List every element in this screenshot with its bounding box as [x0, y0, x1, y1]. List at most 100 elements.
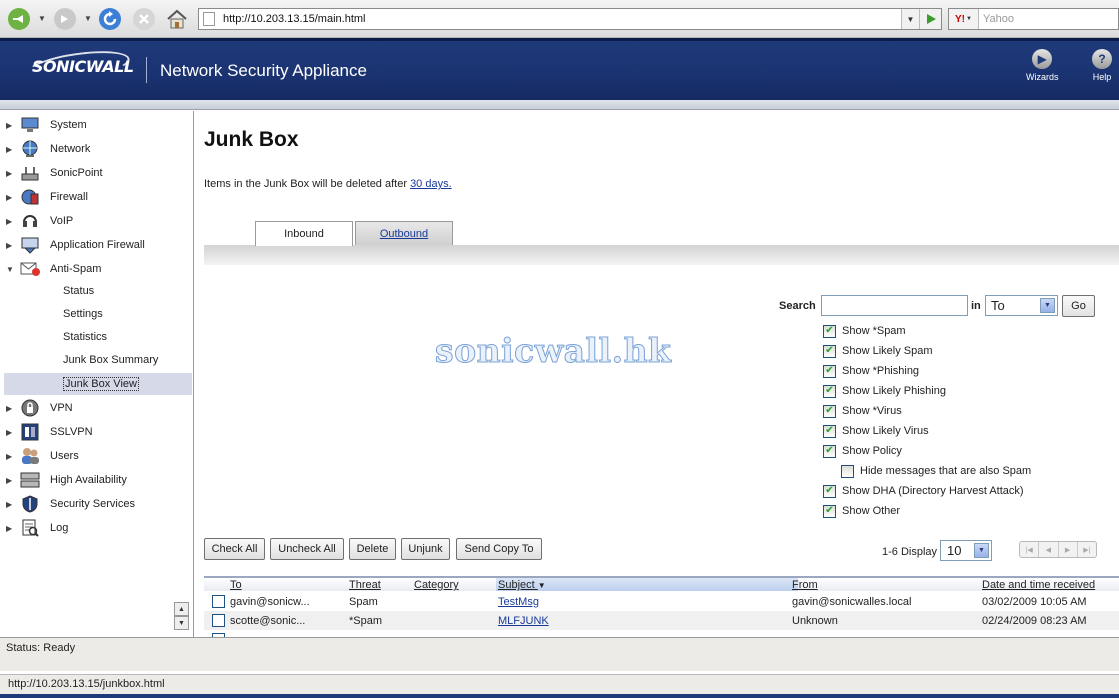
checkbox-checked-icon[interactable]: ✔: [823, 404, 836, 418]
chevron-down-icon[interactable]: ▼: [974, 543, 989, 558]
yahoo-search-icon[interactable]: Y! ▼: [949, 9, 979, 29]
expand-arrow-icon[interactable]: ▶: [0, 145, 14, 154]
delete-button[interactable]: Delete: [349, 538, 396, 560]
sidebar-item-application-firewall[interactable]: ▶ Application Firewall: [0, 234, 190, 256]
retention-days-link[interactable]: 30 days.: [410, 178, 452, 190]
prev-page-icon[interactable]: ◀: [1039, 542, 1059, 557]
refresh-button[interactable]: [97, 6, 123, 32]
back-history-dropdown[interactable]: ▼: [38, 14, 46, 23]
sidebar-subitem-junk-box-view[interactable]: Junk Box View: [4, 373, 192, 395]
tab-inbound[interactable]: Inbound: [255, 221, 353, 246]
column-header-to[interactable]: To: [230, 579, 242, 591]
sidebar-subitem-statistics[interactable]: Statistics: [63, 327, 107, 347]
checkbox-checked-icon[interactable]: ✔: [823, 364, 836, 378]
filter-show-virus[interactable]: ✔ Show *Virus: [823, 402, 902, 420]
sidebar-scroll-down-icon[interactable]: ▼: [174, 616, 189, 630]
uncheck-all-button[interactable]: Uncheck All: [270, 538, 344, 560]
column-header-date[interactable]: Date and time received: [982, 579, 1095, 591]
checkbox-checked-icon[interactable]: ✔: [823, 504, 836, 518]
sidebar-item-system[interactable]: ▶ System: [0, 114, 190, 136]
browser-search-placeholder[interactable]: Yahoo: [983, 13, 1014, 25]
filter-show-likely-phishing[interactable]: ✔ Show Likely Phishing: [823, 382, 946, 400]
filter-show-phishing[interactable]: ✔ Show *Phishing: [823, 362, 919, 380]
stop-button[interactable]: [131, 6, 157, 32]
chevron-down-icon[interactable]: ▼: [1040, 298, 1055, 313]
collapse-arrow-icon[interactable]: ▼: [0, 265, 14, 274]
checkbox-checked-icon[interactable]: ✔: [823, 444, 836, 458]
sidebar-subitem-settings[interactable]: Settings: [63, 304, 103, 324]
search-field-select[interactable]: To ▼: [985, 295, 1058, 316]
expand-arrow-icon[interactable]: ▶: [0, 500, 14, 509]
sidebar-scroll-up-icon[interactable]: ▲: [174, 602, 189, 616]
sidebar-subitem-status[interactable]: Status: [63, 281, 94, 301]
address-dropdown-icon[interactable]: ▼: [901, 9, 919, 29]
checkbox-checked-icon[interactable]: ✔: [823, 424, 836, 438]
expand-arrow-icon[interactable]: ▶: [0, 193, 14, 202]
sidebar-item-vpn[interactable]: ▶ VPN: [0, 397, 190, 419]
row-checkbox[interactable]: [212, 614, 225, 627]
column-header-category[interactable]: Category: [414, 579, 459, 591]
checkbox-unchecked-icon[interactable]: ✔: [841, 464, 854, 478]
last-page-icon[interactable]: ▶|: [1078, 542, 1096, 557]
checkbox-checked-icon[interactable]: ✔: [823, 484, 836, 498]
next-page-icon[interactable]: ▶: [1059, 542, 1078, 557]
sidebar-subitem-junk-box-summary[interactable]: Junk Box Summary: [63, 350, 158, 370]
wizards-button[interactable]: ▶ Wizards: [1026, 49, 1059, 82]
table-row[interactable]: scotte@sonic... *Spam MLFJUNK Unknown 02…: [204, 611, 1119, 630]
check-all-button[interactable]: Check All: [204, 538, 265, 560]
column-header-threat[interactable]: Threat: [349, 579, 381, 591]
column-header-from[interactable]: From: [792, 579, 818, 591]
filter-show-likely-virus[interactable]: ✔ Show Likely Virus: [823, 422, 929, 440]
expand-arrow-icon[interactable]: ▶: [0, 476, 14, 485]
sidebar-item-log[interactable]: ▶ Log: [0, 517, 190, 539]
expand-arrow-icon[interactable]: ▶: [0, 121, 14, 130]
filter-hide-also-spam[interactable]: ✔ Hide messages that are also Spam: [841, 462, 1031, 480]
forward-history-dropdown[interactable]: ▼: [84, 14, 92, 23]
cell-subject-link[interactable]: MLFJUNK: [498, 615, 549, 627]
back-button[interactable]: [6, 6, 32, 32]
table-row[interactable]: gavin@sonicw... Spam TestMsg gavin@sonic…: [204, 592, 1119, 611]
expand-arrow-icon[interactable]: ▶: [0, 524, 14, 533]
url-text[interactable]: http://10.203.13.15/main.html: [223, 13, 901, 25]
expand-arrow-icon[interactable]: ▶: [0, 241, 14, 250]
cell-subject-link[interactable]: TestMsg: [498, 596, 539, 608]
expand-arrow-icon[interactable]: ▶: [0, 169, 14, 178]
tab-outbound[interactable]: Outbound: [355, 221, 453, 245]
filter-show-dha[interactable]: ✔ Show DHA (Directory Harvest Attack): [823, 482, 1024, 500]
expand-arrow-icon[interactable]: ▶: [0, 428, 14, 437]
sidebar-item-sonicpoint[interactable]: ▶ SonicPoint: [0, 162, 190, 184]
row-checkbox[interactable]: [212, 595, 225, 608]
first-page-icon[interactable]: |◀: [1020, 542, 1040, 557]
column-header-subject[interactable]: Subject ▼: [498, 579, 546, 591]
table-row[interactable]: [204, 630, 1119, 637]
sidebar-item-firewall[interactable]: ▶ Firewall: [0, 186, 190, 208]
checkbox-checked-icon[interactable]: ✔: [823, 344, 836, 358]
filter-show-other[interactable]: ✔ Show Other: [823, 502, 900, 520]
sidebar-item-network[interactable]: ▶ Network: [0, 138, 190, 160]
sidebar-item-voip[interactable]: ▶ VoIP: [0, 210, 190, 232]
address-bar[interactable]: http://10.203.13.15/main.html ▼: [198, 8, 942, 30]
send-copy-to-button[interactable]: Send Copy To: [456, 538, 542, 560]
home-button[interactable]: [164, 6, 190, 32]
expand-arrow-icon[interactable]: ▶: [0, 452, 14, 461]
filter-show-likely-spam[interactable]: ✔ Show Likely Spam: [823, 342, 933, 360]
checkbox-checked-icon[interactable]: ✔: [823, 324, 836, 338]
page-size-select[interactable]: 10 ▼: [940, 540, 992, 561]
sidebar-item-security-services[interactable]: ▶ Security Services: [0, 493, 190, 515]
junkbox-search-input[interactable]: [821, 295, 968, 316]
go-button[interactable]: Go: [1062, 295, 1095, 317]
go-arrow-icon[interactable]: [919, 9, 941, 29]
forward-button[interactable]: [52, 6, 78, 32]
unjunk-button[interactable]: Unjunk: [401, 538, 450, 560]
filter-show-policy[interactable]: ✔ Show Policy: [823, 442, 902, 460]
help-button[interactable]: ? Help: [1092, 49, 1112, 82]
filter-show-spam[interactable]: ✔ Show *Spam: [823, 322, 906, 340]
browser-search-box[interactable]: Y! ▼ Yahoo: [948, 8, 1119, 30]
sidebar-item-high-availability[interactable]: ▶ High Availability: [0, 469, 190, 491]
sidebar-item-users[interactable]: ▶ Users: [0, 445, 190, 467]
expand-arrow-icon[interactable]: ▶: [0, 217, 14, 226]
expand-arrow-icon[interactable]: ▶: [0, 404, 14, 413]
sidebar-item-sslvpn[interactable]: ▶ SSLVPN: [0, 421, 190, 443]
sidebar-item-anti-spam[interactable]: ▼ Anti-Spam: [0, 258, 190, 280]
checkbox-checked-icon[interactable]: ✔: [823, 384, 836, 398]
